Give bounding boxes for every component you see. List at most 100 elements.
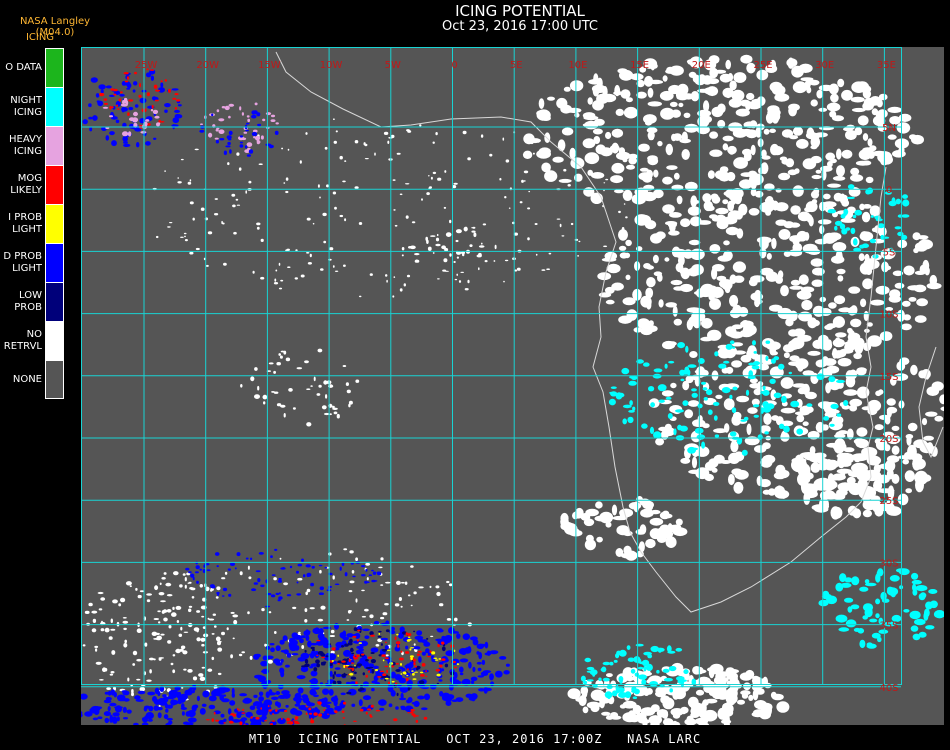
- cloud-pixel: [132, 663, 136, 666]
- cloud-pixel: [774, 202, 789, 212]
- legend-item-label: LOW PROB: [14, 289, 42, 313]
- cloud-pixel: [902, 194, 908, 199]
- cloud-pixel: [623, 545, 632, 555]
- map-title: ICING POTENTIAL: [455, 2, 585, 20]
- cloud-pixel: [701, 381, 706, 385]
- cloud-pixel: [355, 598, 358, 603]
- cloud-pixel: [239, 693, 248, 697]
- cloud-pixel: [348, 400, 353, 405]
- cloud-pixel: [365, 711, 368, 715]
- cloud-pixel: [780, 285, 789, 297]
- cloud-pixel: [292, 720, 296, 722]
- cloud-pixel: [172, 669, 176, 674]
- cloud-pixel: [781, 129, 794, 138]
- cloud-pixel: [853, 438, 865, 445]
- cloud-pixel: [231, 692, 235, 698]
- cloud-pixel: [385, 654, 389, 657]
- cloud-pixel: [115, 119, 120, 124]
- cloud-pixel: [120, 91, 123, 94]
- cloud-pixel: [430, 176, 433, 180]
- cloud-pixel: [339, 214, 344, 218]
- cloud-pixel: [849, 398, 863, 407]
- cloud-pixel: [379, 670, 385, 673]
- cloud-pixel: [835, 582, 844, 592]
- cloud-pixel: [664, 257, 670, 262]
- cloud-pixel: [365, 568, 368, 572]
- cloud-pixel: [605, 715, 614, 720]
- cloud-pixel: [300, 274, 305, 278]
- cloud-pixel: [897, 231, 904, 237]
- cloud-pixel: [557, 139, 566, 152]
- cloud-pixel: [677, 342, 685, 349]
- cloud-pixel: [593, 136, 601, 144]
- cloud-pixel: [803, 483, 816, 493]
- cloud-pixel: [570, 157, 585, 169]
- cloud-pixel: [754, 700, 767, 710]
- cloud-pixel: [396, 641, 401, 645]
- cloud-pixel: [468, 661, 472, 669]
- cloud-pixel: [394, 636, 397, 640]
- cloud-pixel: [179, 695, 184, 702]
- cloud-pixel: [200, 207, 205, 211]
- cloud-pixel: [158, 621, 161, 624]
- cloud-pixel: [705, 205, 715, 212]
- cloud-pixel: [84, 711, 93, 717]
- cloud-pixel: [810, 99, 818, 107]
- cloud-pixel: [184, 239, 188, 242]
- cloud-pixel: [239, 144, 244, 148]
- cloud-pixel: [313, 376, 316, 382]
- cloud-pixel: [137, 594, 142, 599]
- cloud-pixel: [319, 586, 324, 591]
- longitude-label: 20W: [196, 60, 219, 71]
- cloud-pixel: [419, 671, 424, 674]
- cloud-pixel: [481, 242, 483, 245]
- cloud-pixel: [199, 676, 206, 681]
- cloud-pixel: [803, 491, 811, 505]
- cloud-pixel: [177, 104, 182, 107]
- cloud-pixel: [847, 332, 861, 342]
- cloud-pixel: [410, 647, 415, 649]
- cloud-pixel: [753, 388, 762, 396]
- cloud-pixel: [245, 557, 249, 560]
- cloud-pixel: [437, 629, 444, 633]
- cloud-pixel: [161, 577, 166, 580]
- cloud-pixel: [455, 229, 462, 234]
- cloud-pixel: [405, 215, 409, 219]
- icing-map[interactable]: 25W 20W 15W 10W 5W 0 5E 10E 15E 20E 25E 30E 35E 5N05…: [81, 47, 944, 725]
- cloud-pixel: [399, 657, 404, 661]
- cloud-pixel: [569, 147, 576, 160]
- cloud-pixel: [407, 633, 412, 637]
- cloud-pixel: [305, 629, 310, 636]
- cloud-pixel: [238, 653, 243, 657]
- cloud-pixel: [891, 425, 900, 431]
- cloud-pixel: [345, 665, 350, 667]
- cloud-pixel: [175, 648, 181, 654]
- cloud-pixel: [321, 405, 327, 410]
- cloud-pixel: [382, 612, 388, 616]
- cloud-pixel: [386, 279, 388, 283]
- cloud-pixel: [253, 582, 259, 585]
- cloud-pixel: [584, 539, 596, 551]
- cloud-pixel: [329, 670, 333, 678]
- cloud-pixel: [211, 656, 215, 661]
- cloud-pixel: [215, 719, 219, 722]
- cloud-pixel: [725, 343, 733, 350]
- cloud-pixel: [109, 131, 115, 136]
- cloud-pixel: [461, 650, 467, 656]
- cloud-pixel: [752, 340, 756, 346]
- cloud-pixel: [270, 594, 276, 598]
- cloud-pixel: [822, 492, 839, 500]
- legend-item: NONE: [0, 360, 66, 399]
- cloud-pixel: [648, 135, 654, 141]
- cloud-pixel: [262, 118, 266, 122]
- cloud-pixel: [792, 126, 804, 136]
- cloud-pixel: [296, 367, 303, 370]
- cloud-pixel: [567, 184, 571, 187]
- cloud-pixel: [364, 158, 369, 160]
- cloud-pixel: [270, 114, 276, 118]
- cloud-pixel: [218, 129, 225, 134]
- cloud-pixel: [225, 145, 231, 148]
- cloud-pixel: [434, 659, 439, 661]
- cloud-pixel: [729, 340, 735, 345]
- cloud-pixel: [626, 164, 635, 170]
